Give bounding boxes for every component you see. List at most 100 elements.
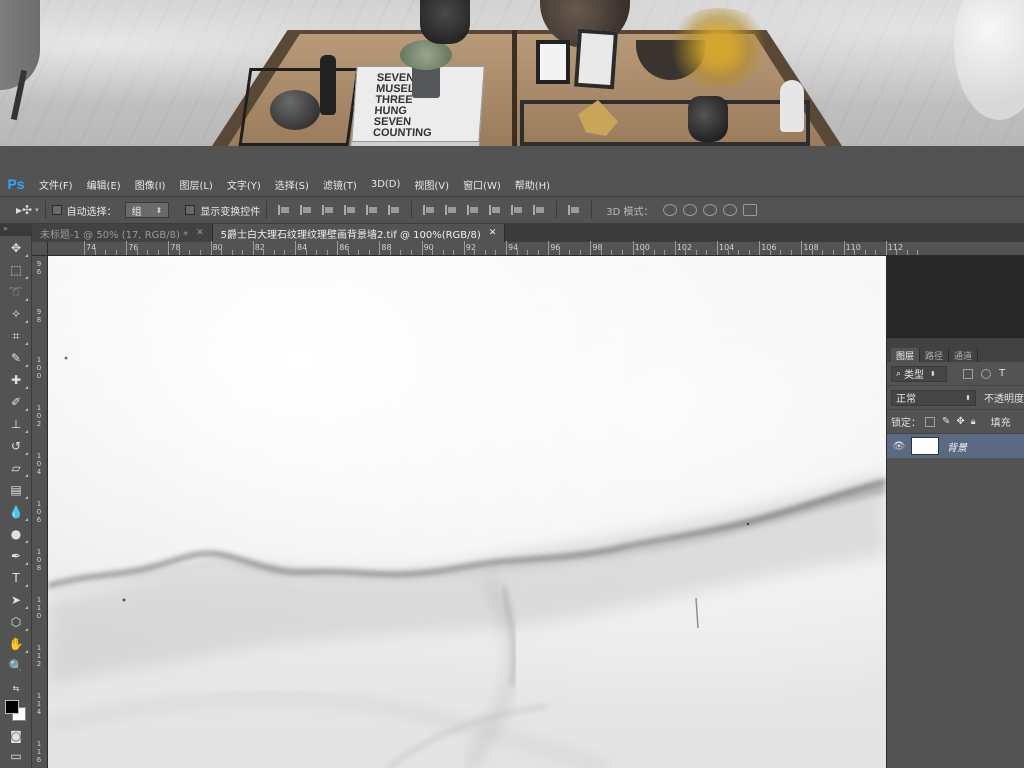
- menu-view[interactable]: 视图(V): [407, 177, 456, 192]
- ruler-top-minor-tick: [664, 250, 666, 255]
- layer-row-background[interactable]: 👁︎ 背景: [887, 434, 1024, 458]
- show-transform-checkbox[interactable]: [185, 205, 196, 215]
- menu-file[interactable]: 文件(F): [32, 177, 80, 192]
- ruler-top-minor-tick: [790, 250, 792, 255]
- healing-brush-tool-icon[interactable]: ✚: [4, 370, 28, 390]
- distribute-vcenter-icon[interactable]: [445, 204, 457, 216]
- 3d-scale-icon[interactable]: [742, 204, 757, 216]
- filter-adjustment-icon[interactable]: [981, 368, 991, 379]
- menu-3d[interactable]: 3D(D): [364, 179, 408, 190]
- auto-select-dropdown[interactable]: 组 ⬍: [124, 202, 170, 218]
- ruler-top-tick: [463, 241, 465, 255]
- align-left-icon[interactable]: [344, 204, 356, 216]
- swap-colors-icon[interactable]: ⇆: [4, 678, 28, 698]
- close-icon[interactable]: ✕: [196, 228, 204, 238]
- tab-untitled-title: 未标题-1 @ 50% (17, RGB/8) *: [40, 229, 189, 241]
- tab-paths[interactable]: 路径: [920, 348, 950, 362]
- tab-marble-texture[interactable]: 5爵士白大理石纹理纹理壁画背景墙2.tif @ 100%(RGB/8) ✕: [212, 224, 506, 242]
- clone-stamp-tool-icon[interactable]: ⊥: [4, 414, 28, 434]
- hand-tool-icon[interactable]: ✋: [4, 634, 28, 654]
- tab-layers[interactable]: 图层: [891, 348, 921, 362]
- ruler-top-minor-tick: [621, 250, 623, 255]
- sculpture-bust: [420, 0, 470, 44]
- zoom-tool-icon[interactable]: 🔍: [4, 656, 28, 676]
- align-top-icon[interactable]: [278, 204, 290, 216]
- pen-tool-icon[interactable]: ✒: [4, 546, 28, 566]
- ruler-top-tick: [84, 241, 85, 255]
- menu-layer[interactable]: 图层(L): [172, 177, 219, 192]
- tab-untitled[interactable]: 未标题-1 @ 50% (17, RGB/8) * ✕: [32, 224, 213, 242]
- ruler-top-minor-tick: [442, 250, 444, 255]
- crop-tool-icon[interactable]: ⌗: [4, 326, 28, 346]
- lock-transparent-icon[interactable]: [925, 416, 935, 427]
- layer-filter-dropdown[interactable]: ⌕ 类型 ⬍: [891, 365, 947, 382]
- eraser-tool-icon[interactable]: ▱: [4, 458, 28, 478]
- move-tool-icon[interactable]: ✥: [4, 238, 28, 258]
- menu-image[interactable]: 图像(I): [128, 177, 173, 192]
- path-select-tool-icon[interactable]: ➤: [4, 590, 28, 610]
- menu-window[interactable]: 窗口(W): [456, 177, 508, 192]
- photoshop-logo: Ps: [7, 176, 25, 192]
- menu-type[interactable]: 文字(Y): [220, 177, 268, 192]
- ruler-horizontal[interactable]: 74 76 78 80 82 84 86 88 90 92 94 96 98 100 102 104 106 10…: [48, 241, 1024, 256]
- document-canvas[interactable]: [48, 256, 886, 768]
- brush-tool-icon[interactable]: ✐: [4, 392, 28, 412]
- screen-mode-icon[interactable]: ▭: [4, 746, 28, 766]
- filter-type-icon[interactable]: T: [999, 368, 1005, 379]
- tab-channels[interactable]: 通道: [949, 348, 979, 362]
- 3d-drag-icon[interactable]: [702, 204, 717, 216]
- ruler-top-minor-tick: [105, 250, 106, 255]
- blend-mode-dropdown[interactable]: 正常 ⬍: [891, 389, 976, 406]
- auto-align-icon[interactable]: [568, 204, 580, 216]
- eye-icon[interactable]: 👁︎: [887, 441, 911, 452]
- chevron-updown-icon: ⬍: [930, 369, 936, 378]
- tray-right: [520, 100, 810, 146]
- distribute-hcenter-icon[interactable]: [511, 204, 523, 216]
- ruler-top-minor-tick: [189, 250, 191, 255]
- distribute-right-icon[interactable]: [533, 204, 545, 216]
- 3d-slide-icon[interactable]: [722, 204, 737, 216]
- toolbar-collapse-button[interactable]: »: [0, 224, 32, 236]
- ruler-top-minor-tick: [780, 250, 782, 255]
- lock-image-icon[interactable]: ✎: [942, 416, 950, 427]
- lasso-tool-icon[interactable]: ➰: [4, 282, 28, 302]
- foreground-color-swatch[interactable]: [5, 700, 19, 714]
- gradient-tool-icon[interactable]: ▤: [4, 480, 28, 500]
- lock-position-icon[interactable]: ✥: [956, 416, 964, 427]
- align-right-icon[interactable]: [388, 204, 400, 216]
- menu-filter[interactable]: 滤镜(T): [316, 177, 364, 192]
- ruler-left-label: 112: [36, 644, 42, 668]
- shape-tool-icon[interactable]: ⬡: [4, 612, 28, 632]
- ruler-top-minor-tick: [643, 250, 645, 255]
- tool-preset-chevron-icon[interactable]: ▾: [35, 206, 39, 214]
- marquee-tool-icon[interactable]: ⬚: [4, 260, 28, 280]
- menu-select[interactable]: 选择(S): [268, 177, 316, 192]
- move-tool-icon[interactable]: ▸✣: [16, 203, 32, 217]
- distribute-top-icon[interactable]: [423, 204, 435, 216]
- panel-tabs: 图层 路径 通道: [887, 338, 1024, 362]
- blur-tool-icon[interactable]: 💧: [4, 502, 28, 522]
- quick-select-tool-icon[interactable]: ✧: [4, 304, 28, 324]
- ruler-top-minor-tick: [896, 250, 898, 255]
- ruler-vertical[interactable]: 96 98 100 102 104 106 108 110 112 114 116: [32, 256, 48, 768]
- auto-select-checkbox[interactable]: [51, 205, 62, 215]
- lock-all-icon[interactable]: 🔒︎: [971, 417, 976, 427]
- align-hcenter-icon[interactable]: [366, 204, 378, 216]
- close-icon[interactable]: ✕: [489, 228, 497, 238]
- 3d-rotate-icon[interactable]: [662, 204, 677, 216]
- distribute-left-icon[interactable]: [489, 204, 501, 216]
- eyedropper-tool-icon[interactable]: ✎: [4, 348, 28, 368]
- 3d-roll-icon[interactable]: [682, 204, 697, 216]
- ruler-top-minor-tick: [685, 250, 687, 255]
- quick-mask-icon[interactable]: ◙: [4, 726, 28, 746]
- filter-pixel-icon[interactable]: [963, 368, 973, 379]
- menu-edit[interactable]: 编辑(E): [80, 177, 128, 192]
- type-tool-icon[interactable]: T: [4, 568, 28, 588]
- align-bottom-icon[interactable]: [322, 204, 334, 216]
- ruler-top-minor-tick: [569, 250, 571, 255]
- history-brush-tool-icon[interactable]: ↺: [4, 436, 28, 456]
- align-vcenter-icon[interactable]: [300, 204, 312, 216]
- menu-help[interactable]: 帮助(H): [508, 177, 557, 192]
- distribute-bottom-icon[interactable]: [467, 204, 479, 216]
- dodge-tool-icon[interactable]: ●: [4, 524, 28, 544]
